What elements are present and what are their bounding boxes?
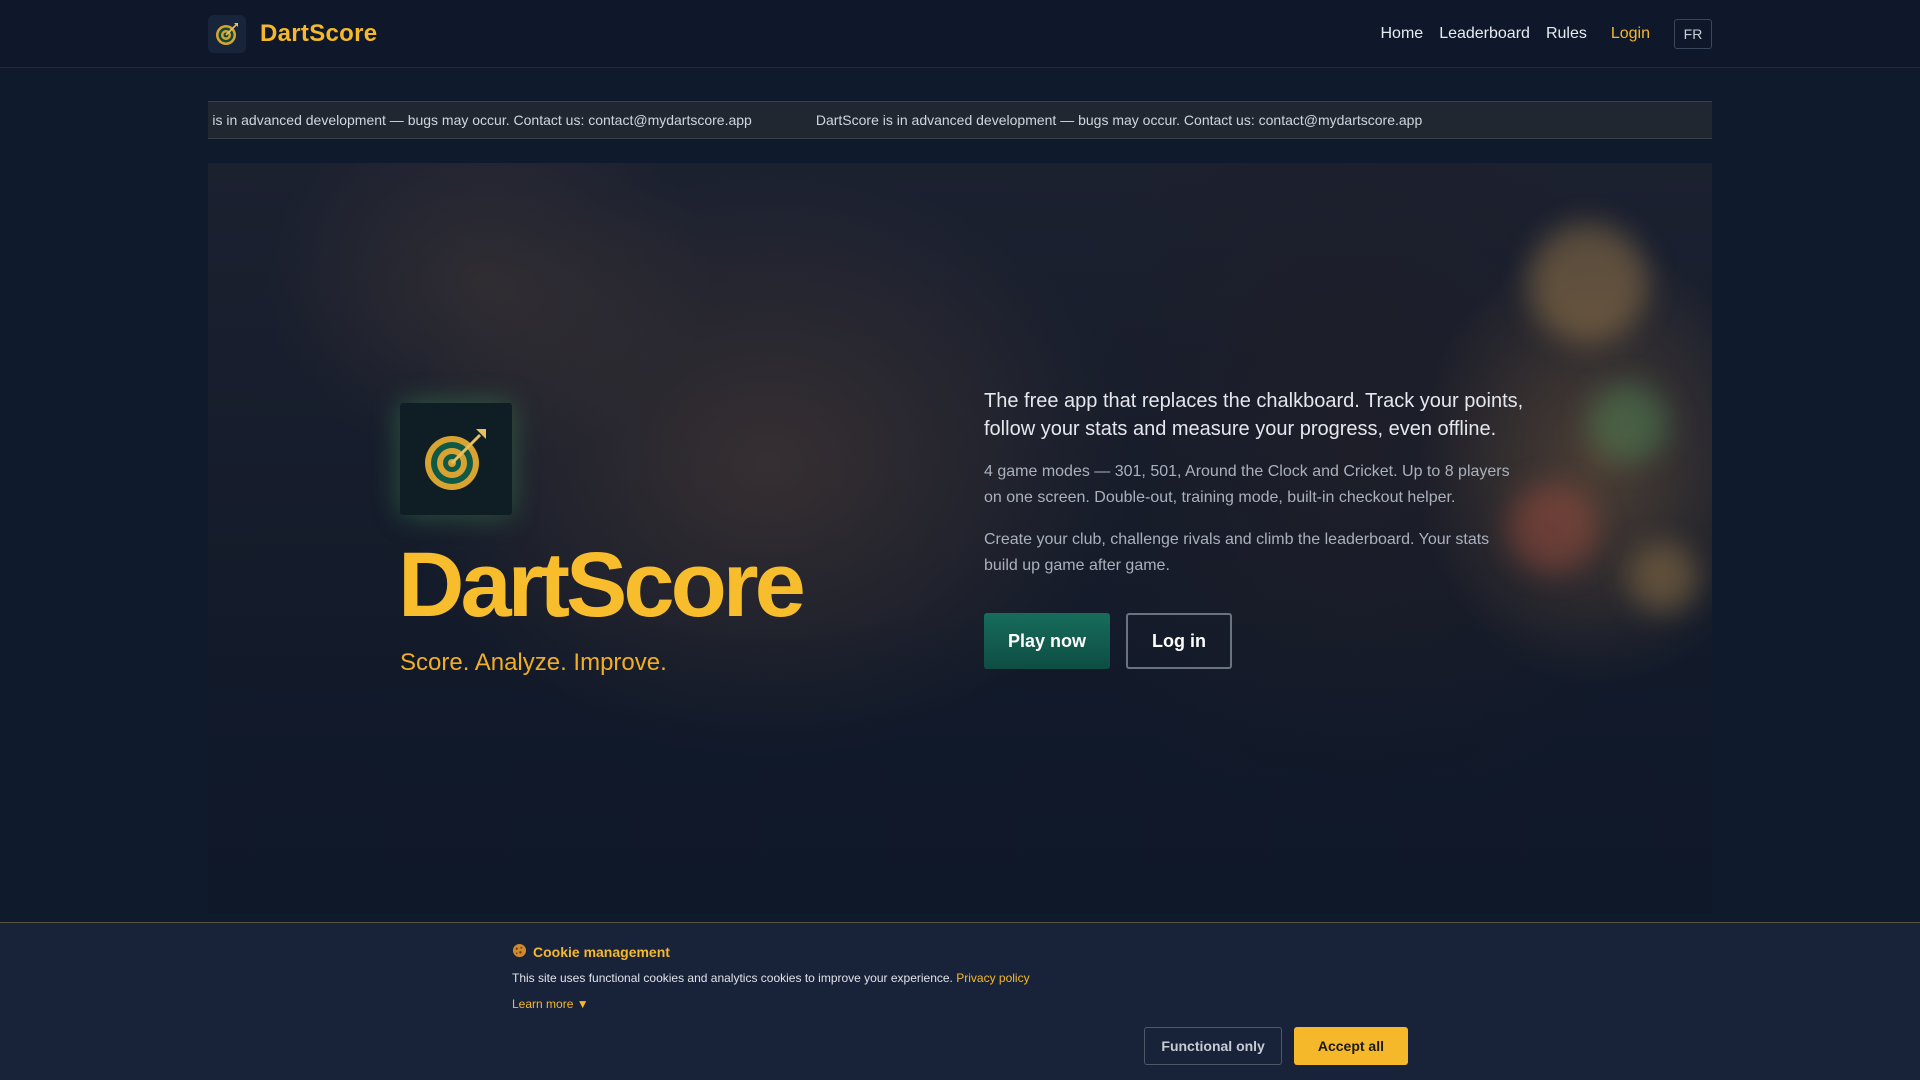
- ticker-message: tScore is in advanced development — bugs…: [208, 112, 752, 128]
- play-now-button[interactable]: Play now: [984, 613, 1111, 669]
- cookie-icon: [512, 943, 527, 961]
- cookie-text: This site uses functional cookies and an…: [512, 971, 1408, 985]
- hero-tagline: Score. Analyze. Improve.: [400, 649, 667, 676]
- learn-more-toggle[interactable]: Learn more ▼: [512, 997, 589, 1011]
- ticker-track: tScore is in advanced development — bugs…: [208, 102, 1422, 138]
- hero-content: The free app that replaces the chalkboar…: [984, 387, 1524, 669]
- cookie-description: This site uses functional cookies and an…: [512, 971, 953, 985]
- main-nav: Home Leaderboard Rules Login FR: [1365, 0, 1712, 68]
- dartboard-logo-icon: [208, 15, 246, 53]
- nav-leaderboard[interactable]: Leaderboard: [1439, 25, 1530, 43]
- cookie-actions: Functional only Accept all: [1144, 1027, 1408, 1065]
- announcement-ticker: tScore is in advanced development — bugs…: [208, 101, 1712, 139]
- brand[interactable]: DartScore: [208, 14, 377, 54]
- hero-section: DartScore Score. Analyze. Improve. The f…: [208, 163, 1712, 913]
- functional-only-button[interactable]: Functional only: [1144, 1027, 1282, 1065]
- hero-description: 4 game modes — 301, 501, Around the Cloc…: [984, 463, 1510, 506]
- cookie-title-text: Cookie management: [533, 944, 670, 960]
- nav-login[interactable]: Login: [1611, 25, 1650, 43]
- log-in-button[interactable]: Log in: [1126, 613, 1233, 669]
- nav-home[interactable]: Home: [1381, 25, 1424, 43]
- language-toggle-button[interactable]: FR: [1674, 19, 1712, 49]
- cookie-content: Cookie management This site uses functio…: [512, 943, 1408, 1013]
- cookie-banner: Cookie management This site uses functio…: [0, 922, 1920, 1080]
- ticker-message: DartScore is in advanced development — b…: [815, 112, 1423, 128]
- accept-all-button[interactable]: Accept all: [1293, 1027, 1408, 1065]
- cookie-title: Cookie management: [512, 943, 1408, 961]
- top-navbar: DartScore Home Leaderboard Rules Login F…: [0, 0, 1920, 68]
- nav-rules[interactable]: Rules: [1546, 25, 1587, 43]
- brand-name[interactable]: DartScore: [260, 20, 377, 48]
- hero-description: Create your club, challenge rivals and c…: [984, 531, 1490, 574]
- privacy-policy-link[interactable]: Privacy policy: [956, 971, 1029, 985]
- dartboard-hero-icon: [400, 403, 512, 515]
- hero-actions: Play now Log in: [984, 613, 1524, 669]
- hero-lead: The free app that replaces the chalkboar…: [984, 390, 1524, 440]
- hero-title: DartScore: [398, 534, 806, 636]
